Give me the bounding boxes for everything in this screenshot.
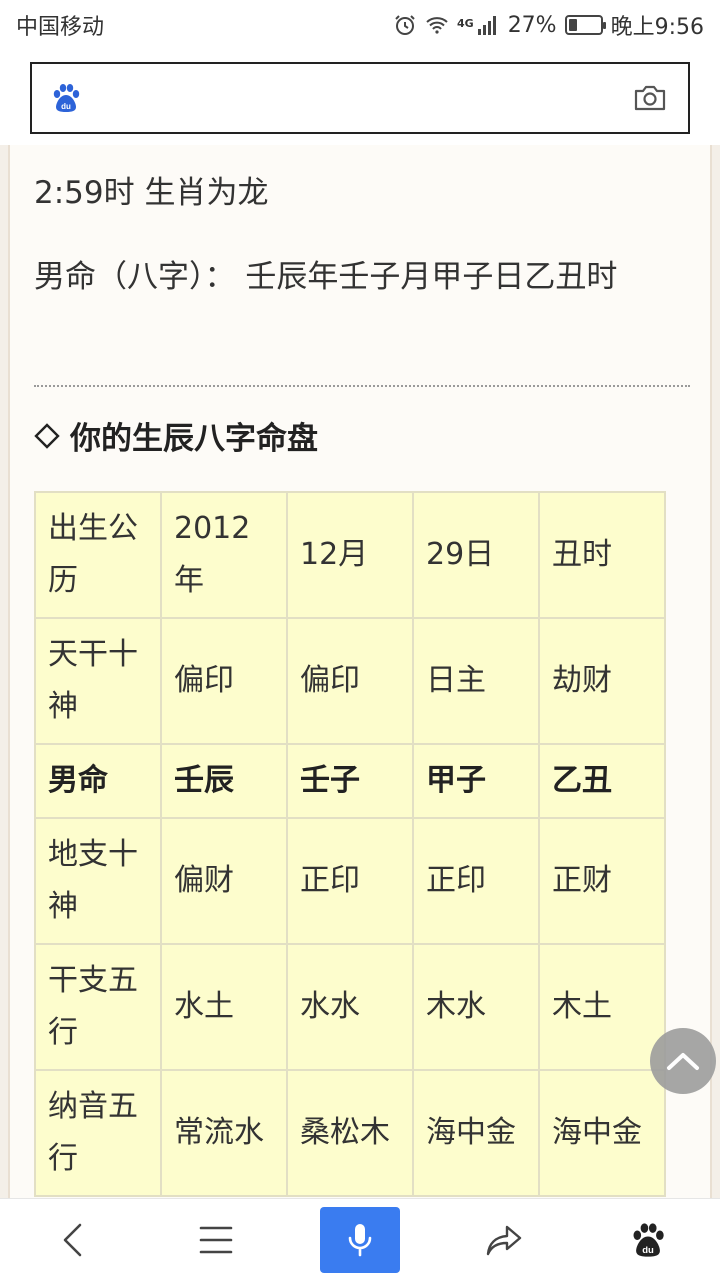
table-cell: 2012年: [160, 491, 288, 619]
table-cell: 29日: [412, 491, 540, 619]
table-cell: 纳音五行: [34, 1069, 162, 1197]
battery-percent: 27%: [507, 12, 557, 38]
table-cell: 壬子: [286, 743, 414, 819]
svg-text:du: du: [642, 1245, 654, 1256]
table-cell: 水水: [286, 943, 414, 1071]
back-button[interactable]: [32, 1205, 112, 1275]
dotted-divider: [34, 385, 690, 387]
table-cell: 12月: [286, 491, 414, 619]
table-cell: 正财: [538, 817, 666, 945]
status-bar: 中国移动 4G 27% 晚上9:56: [0, 0, 720, 50]
share-button[interactable]: [464, 1205, 544, 1275]
table-cell: 劫财: [538, 617, 666, 745]
table-cell: 水土: [160, 943, 288, 1071]
table-cell: 木土: [538, 943, 666, 1071]
table-row: 纳音五行 常流水 桑松木 海中金 海中金: [34, 1069, 666, 1197]
status-right: 4G 27% 晚上9:56: [393, 9, 704, 41]
menu-button[interactable]: [176, 1205, 256, 1275]
carrier-label: 中国移动: [16, 15, 105, 40]
table-cell: 壬辰: [160, 743, 288, 819]
table-cell: 偏财: [160, 817, 288, 945]
menu-icon: [199, 1226, 233, 1253]
svg-text:du: du: [61, 102, 71, 111]
table-cell: 海中金: [538, 1069, 666, 1197]
table-cell: 地支十神: [34, 817, 162, 945]
camera-icon: [634, 85, 666, 111]
table-cell: 桑松木: [286, 1069, 414, 1197]
table-cell: 日主: [412, 617, 540, 745]
back-icon: [63, 1223, 82, 1256]
section-heading: 你的生辰八字命盘: [34, 413, 318, 458]
baidu-paw-icon[interactable]: du: [50, 82, 82, 114]
table-cell: 偏印: [286, 617, 414, 745]
scroll-to-top-button[interactable]: [650, 1028, 716, 1094]
baidu-home-button[interactable]: du: [608, 1205, 688, 1275]
table-row: 出生公历 2012年 12月 29日 丑时: [34, 491, 666, 619]
table-cell: 木水: [412, 943, 540, 1071]
table-cell: 天干十神: [34, 617, 162, 745]
table-cell: 干支五行: [34, 943, 162, 1071]
table-cell: 正印: [412, 817, 540, 945]
table-cell: 出生公历: [34, 491, 162, 619]
search-box[interactable]: du: [30, 62, 690, 134]
signal-icon: [477, 16, 496, 35]
table-cell: 常流水: [160, 1069, 288, 1197]
table-row: 天干十神 偏印 偏印 日主 劫财: [34, 617, 666, 745]
table-cell: 甲子: [412, 743, 540, 819]
bazi-summary-line: 男命（八字）： 壬辰年壬子月甲子日乙丑时: [34, 259, 618, 295]
alarm-icon: [395, 15, 415, 35]
battery-icon: [564, 15, 606, 35]
table-cell: 偏印: [160, 617, 288, 745]
table-cell: 丑时: [538, 491, 666, 619]
wifi-icon: [426, 17, 448, 34]
table-row: 干支五行 水土 水水 木水 木土: [34, 943, 666, 1071]
share-icon: [486, 1225, 522, 1255]
search-header: du: [0, 50, 720, 145]
birth-info-line: 2:59时 生肖为龙: [34, 175, 269, 211]
article-content: 2:59时 生肖为龙 男命（八字）： 壬辰年壬子月甲子日乙丑时 你的生辰八字命盘…: [8, 145, 712, 1198]
clock: 晚上9:56: [610, 15, 704, 40]
diamond-icon: [34, 422, 60, 449]
battery-fill: [568, 19, 577, 31]
bazi-chart-table: 出生公历 2012年 12月 29日 丑时 天干十神 偏印 偏印 日主 劫财 男…: [34, 491, 666, 1197]
voice-search-button[interactable]: [320, 1206, 400, 1273]
table-cell: 男命: [34, 743, 162, 819]
table-cell: 海中金: [412, 1069, 540, 1197]
bottom-toolbar: du: [0, 1198, 720, 1280]
table-row: 男命 壬辰 壬子 甲子 乙丑: [34, 743, 666, 819]
table-row: 地支十神 偏财 正印 正印 正财: [34, 817, 666, 945]
table-cell: 乙丑: [538, 743, 666, 819]
search-input[interactable]: [98, 78, 630, 118]
mic-icon: [348, 1223, 372, 1256]
chevron-up-icon: [667, 1053, 699, 1070]
network-type-label: 4G: [457, 17, 474, 30]
section-title-text: 你的生辰八字命盘: [70, 421, 318, 457]
baidu-paw-icon: du: [633, 1222, 664, 1257]
camera-button[interactable]: [630, 78, 670, 118]
table-cell: 正印: [286, 817, 414, 945]
